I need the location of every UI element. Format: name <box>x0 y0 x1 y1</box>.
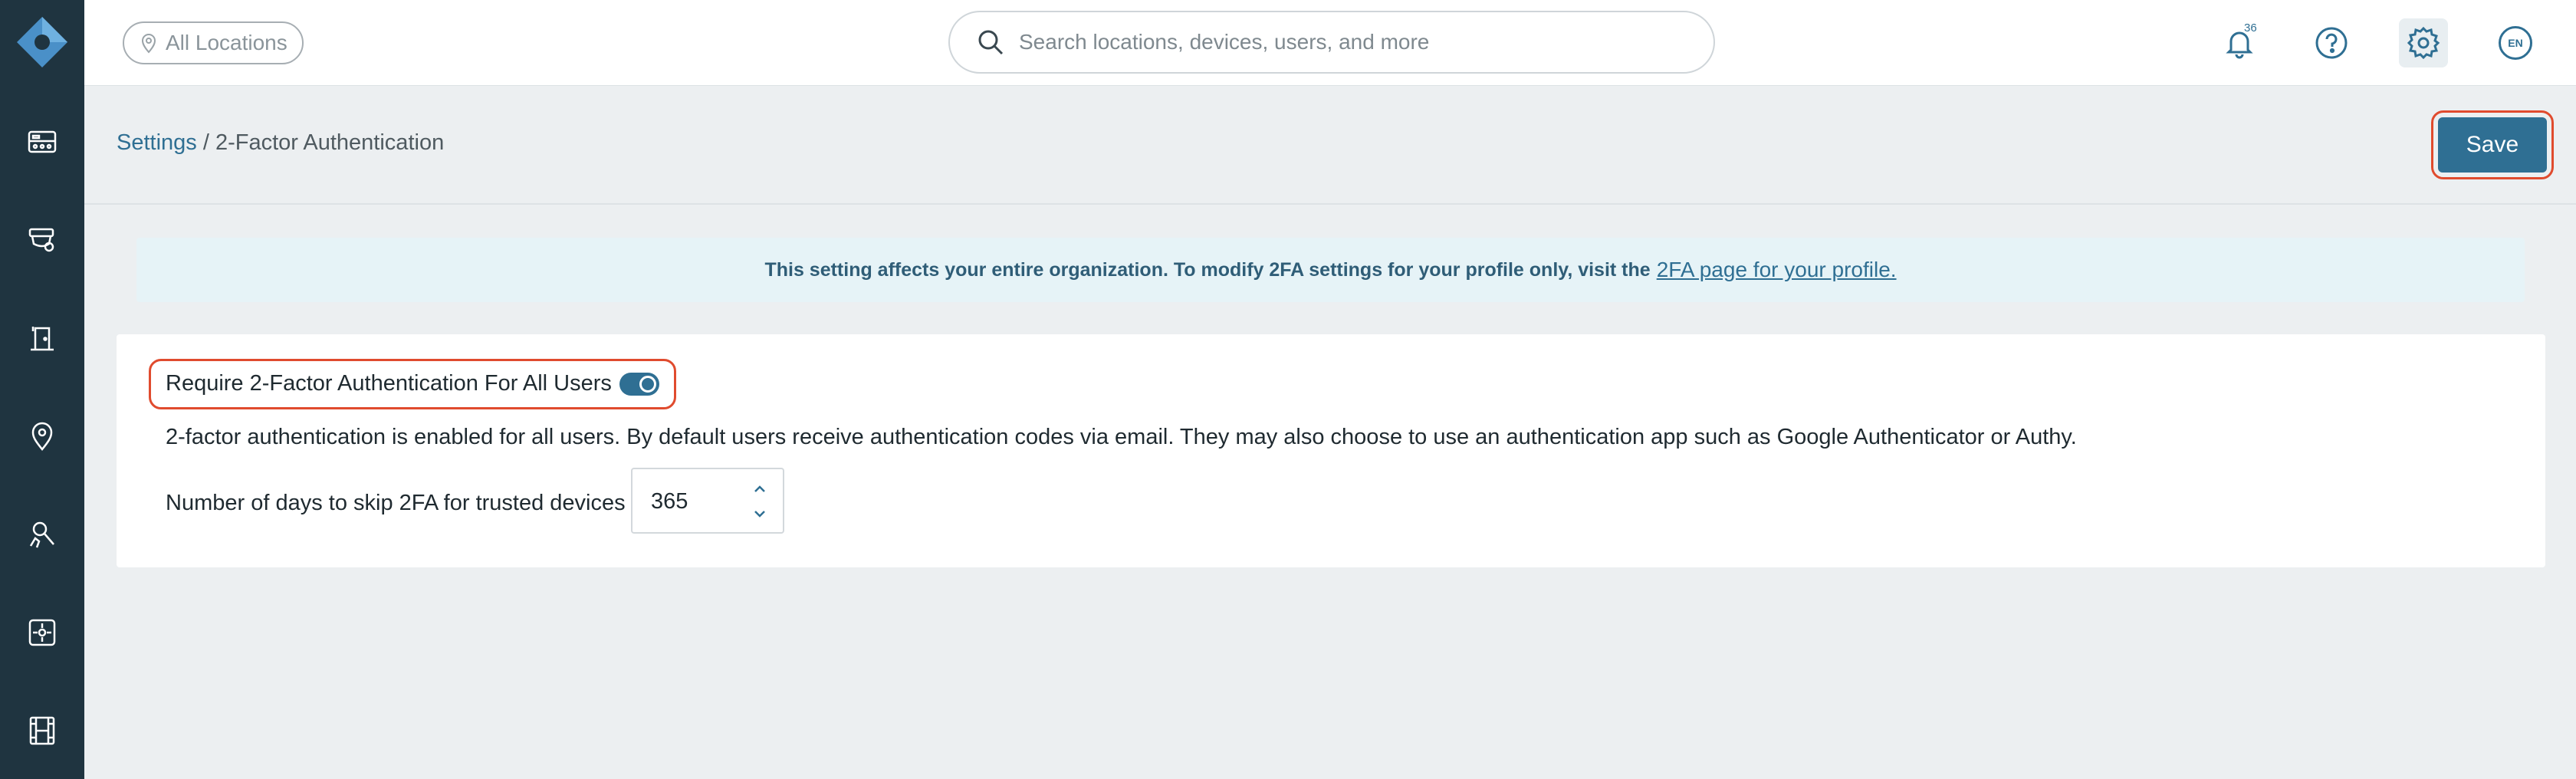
breadcrumb-settings-link[interactable]: Settings <box>117 130 197 155</box>
door-access-icon[interactable] <box>19 315 65 361</box>
dashboard-icon[interactable] <box>19 119 65 165</box>
profile-2fa-link[interactable]: 2FA page for your profile. <box>1657 258 1897 282</box>
toggle-knob <box>639 376 656 393</box>
top-bar: All Locations 36 EN <box>84 0 2576 86</box>
save-button[interactable]: Save <box>2438 117 2547 173</box>
skip-days-stepper[interactable] <box>631 468 784 534</box>
require-2fa-description: 2-factor authentication is enabled for a… <box>166 425 2077 449</box>
skip-days-label: Number of days to skip 2FA for trusted d… <box>166 491 626 515</box>
sensor-icon[interactable] <box>19 610 65 656</box>
two-factor-settings-card: Require 2-Factor Authentication For All … <box>117 334 2545 567</box>
settings-button[interactable] <box>2399 18 2448 67</box>
location-filter-button[interactable]: All Locations <box>123 21 304 64</box>
gear-icon <box>2407 26 2440 60</box>
notification-count-badge: 36 <box>2244 21 2257 35</box>
breadcrumb: Settings / 2-Factor Authentication <box>117 130 444 156</box>
people-search-icon[interactable] <box>19 511 65 557</box>
increment-button[interactable] <box>748 478 772 500</box>
info-banner: This setting affects your entire organiz… <box>136 238 2525 302</box>
help-icon <box>2315 27 2348 59</box>
chevron-up-icon <box>754 485 765 492</box>
decrement-button[interactable] <box>748 503 772 524</box>
location-pin-icon[interactable] <box>19 413 65 459</box>
require-2fa-label: Require 2-Factor Authentication For All … <box>166 371 612 396</box>
help-button[interactable] <box>2307 18 2356 67</box>
app-logo-icon[interactable] <box>15 15 69 69</box>
location-filter-label: All Locations <box>166 31 288 54</box>
language-badge: EN <box>2499 26 2532 60</box>
location-pin-icon <box>141 34 156 54</box>
notifications-button[interactable]: 36 <box>2215 18 2264 67</box>
chevron-down-icon <box>754 511 765 518</box>
camera-icon[interactable] <box>19 217 65 263</box>
search-icon <box>978 30 1004 55</box>
banner-text: This setting affects your entire organiz… <box>764 258 1651 281</box>
video-archive-icon[interactable] <box>19 708 65 754</box>
language-button[interactable]: EN <box>2491 18 2540 67</box>
skip-days-input[interactable] <box>651 488 735 515</box>
search-bar[interactable] <box>948 11 1715 74</box>
header-divider <box>84 203 2576 205</box>
breadcrumb-current: 2-Factor Authentication <box>215 130 445 155</box>
breadcrumb-separator: / <box>196 130 215 155</box>
require-2fa-toggle[interactable] <box>619 373 659 396</box>
sidebar <box>0 0 84 779</box>
search-input[interactable] <box>1019 30 1694 54</box>
